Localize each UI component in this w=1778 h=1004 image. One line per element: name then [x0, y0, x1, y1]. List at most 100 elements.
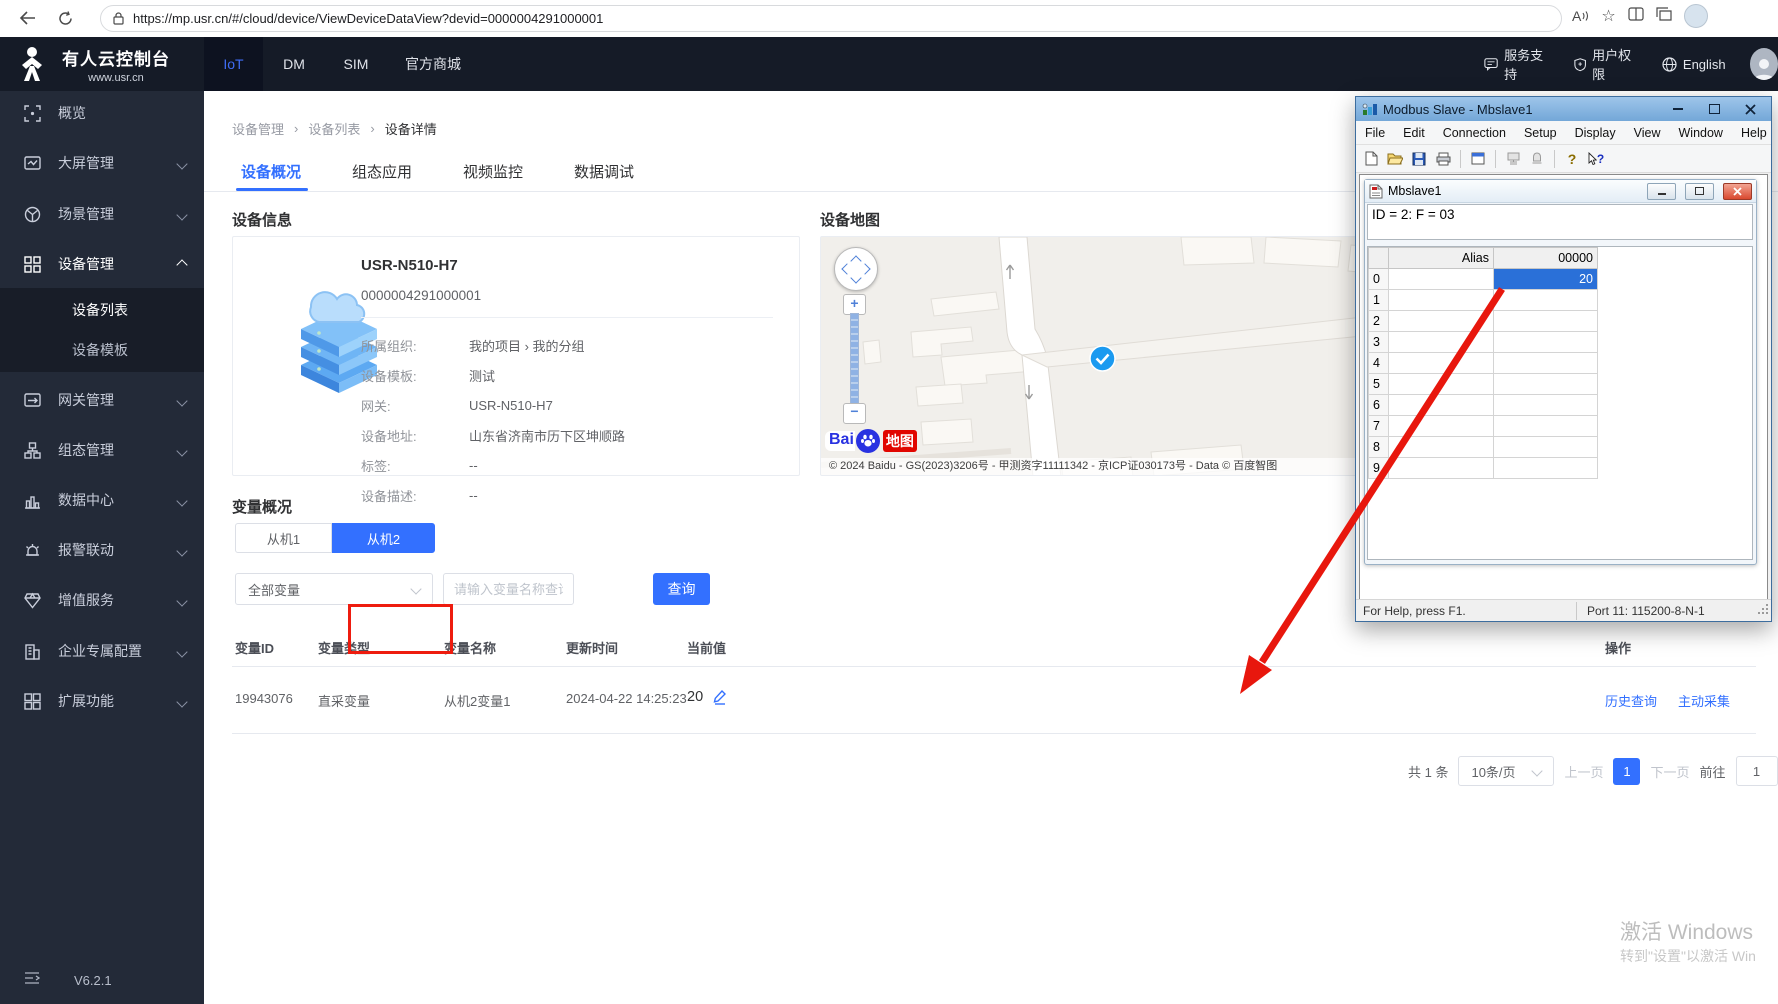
- menu-view[interactable]: View: [1625, 126, 1670, 140]
- prev-page-button[interactable]: 上一页: [1564, 762, 1603, 781]
- menu-connection[interactable]: Connection: [1434, 126, 1515, 140]
- sidebar-item-alarm[interactable]: 报警联动: [0, 528, 204, 572]
- modbus-app-icon: [1362, 102, 1377, 116]
- active-collect-link[interactable]: 主动采集: [1678, 691, 1730, 710]
- history-query-link[interactable]: 历史查询: [1605, 691, 1657, 710]
- menu-help[interactable]: Help: [1732, 126, 1776, 140]
- tab-data-debug[interactable]: 数据调试: [574, 161, 634, 182]
- sidebar-item-enterprise[interactable]: 企业专属配置: [0, 629, 204, 673]
- sidebar-item-bigscreen[interactable]: 大屏管理: [0, 141, 204, 185]
- child-minimize-icon[interactable]: [1647, 183, 1676, 200]
- tab-video-monitor[interactable]: 视频监控: [463, 161, 523, 182]
- save-icon[interactable]: [1409, 149, 1429, 169]
- grid-row[interactable]: 5: [1369, 374, 1598, 395]
- context-help-icon[interactable]: ?: [1586, 149, 1606, 169]
- print-icon[interactable]: [1433, 149, 1453, 169]
- variable-filter-select[interactable]: 全部变量: [235, 573, 433, 605]
- child-restore-icon[interactable]: [1685, 183, 1714, 200]
- support-link[interactable]: 服务支持: [1484, 45, 1550, 83]
- browser-profile-icon[interactable]: [1684, 4, 1708, 28]
- topnav-mall[interactable]: 官方商城: [387, 37, 479, 91]
- help-icon[interactable]: ?: [1562, 149, 1582, 169]
- maximize-icon[interactable]: [1699, 100, 1729, 118]
- sidebar-item-overview[interactable]: 概览: [0, 91, 204, 135]
- menu-file[interactable]: File: [1356, 126, 1394, 140]
- grid-row[interactable]: 8: [1369, 437, 1598, 458]
- resize-grip[interactable]: [1757, 603, 1769, 618]
- favorite-star-icon[interactable]: ☆: [1601, 6, 1615, 26]
- display-dialog-icon[interactable]: [1468, 149, 1488, 169]
- grid-row[interactable]: 9: [1369, 458, 1598, 479]
- child-close-icon[interactable]: [1723, 183, 1752, 200]
- grid-row[interactable]: 6: [1369, 395, 1598, 416]
- slave2-tab[interactable]: 从机2: [332, 523, 435, 553]
- read-aloud-icon[interactable]: A: [1572, 8, 1589, 24]
- topnav-sim[interactable]: SIM: [325, 37, 387, 91]
- edit-value-icon[interactable]: [713, 689, 727, 710]
- sidebar-item-device-template[interactable]: 设备模板: [0, 330, 204, 370]
- grid-row[interactable]: 020: [1369, 269, 1598, 290]
- map-pan-control[interactable]: [834, 247, 878, 291]
- tab-device-overview[interactable]: 设备概况: [241, 161, 301, 182]
- refresh-icon[interactable]: [50, 3, 80, 33]
- menu-window[interactable]: Window: [1670, 126, 1732, 140]
- breadcrumb-device-mgmt[interactable]: 设备管理: [232, 119, 284, 138]
- globe-icon: [1662, 57, 1677, 72]
- map-device-marker[interactable]: [1089, 345, 1116, 377]
- sidebar-item-gateway[interactable]: 网关管理: [0, 378, 204, 422]
- col-actions: 操作: [1605, 638, 1631, 657]
- menu-setup[interactable]: Setup: [1515, 126, 1566, 140]
- sidebar-item-device[interactable]: 设备管理: [0, 242, 204, 286]
- goto-page-input[interactable]: [1736, 756, 1778, 786]
- new-file-icon[interactable]: [1361, 149, 1381, 169]
- breadcrumb-device-list[interactable]: 设备列表: [308, 119, 360, 138]
- mbslave1-child-window[interactable]: Mbslave1 ID = 2: F = 03 Alias 00000: [1364, 179, 1757, 565]
- grid-row[interactable]: 1: [1369, 290, 1598, 311]
- grid-row[interactable]: 2: [1369, 311, 1598, 332]
- back-icon[interactable]: [12, 3, 42, 33]
- topnav-dm[interactable]: DM: [263, 37, 325, 91]
- map-zoom-out-button[interactable]: −: [843, 403, 866, 424]
- open-file-icon[interactable]: [1385, 149, 1405, 169]
- sidebar-item-config[interactable]: 组态管理: [0, 428, 204, 472]
- menu-edit[interactable]: Edit: [1394, 126, 1434, 140]
- current-page-button[interactable]: 1: [1613, 758, 1640, 785]
- minimize-icon[interactable]: [1663, 100, 1693, 118]
- modbus-slave-window[interactable]: Modbus Slave - Mbslave1 File Edit Connec…: [1355, 96, 1772, 622]
- tab-scada-app[interactable]: 组态应用: [352, 161, 412, 182]
- variable-search-input[interactable]: [443, 573, 574, 605]
- modbus-title-bar[interactable]: Modbus Slave - Mbslave1: [1356, 97, 1771, 121]
- grid-row[interactable]: 7: [1369, 416, 1598, 437]
- next-page-button[interactable]: 下一页: [1650, 762, 1689, 781]
- address-bar[interactable]: https://mp.usr.cn/#/cloud/device/ViewDev…: [100, 5, 1562, 32]
- sidebar-item-extensions[interactable]: 扩展功能: [0, 679, 204, 723]
- table-row: 19943076 直采变量 从机2变量1 2024-04-22 14:25:23…: [232, 666, 1756, 734]
- collections-icon[interactable]: [1656, 7, 1672, 26]
- language-switch[interactable]: English: [1662, 57, 1726, 72]
- sidebar-item-value-added[interactable]: 增值服务: [0, 578, 204, 622]
- device-id: 0000004291000001: [361, 288, 781, 303]
- map-zoom-in-button[interactable]: +: [843, 294, 866, 315]
- permission-link[interactable]: 用户权限: [1574, 45, 1638, 83]
- field-label: 设备地址:: [361, 420, 468, 450]
- split-screen-icon[interactable]: [1628, 7, 1644, 26]
- collapse-sidebar-icon[interactable]: [24, 971, 40, 989]
- device-name: USR-N510-H7: [361, 257, 781, 274]
- slave1-tab[interactable]: 从机1: [235, 523, 332, 553]
- close-icon[interactable]: [1735, 100, 1765, 118]
- sidebar-item-datacenter[interactable]: 数据中心: [0, 478, 204, 522]
- avatar[interactable]: [1750, 48, 1778, 80]
- map-zoom-slider[interactable]: [850, 313, 859, 405]
- topnav-iot[interactable]: IoT: [204, 37, 263, 91]
- child-title-bar[interactable]: Mbslave1: [1365, 180, 1756, 203]
- logo-title: 有人云控制台: [56, 45, 176, 70]
- register-grid[interactable]: Alias 00000 020 1 2 3 4 5 6 7 8 9: [1367, 246, 1753, 560]
- sidebar-item-scene[interactable]: 场景管理: [0, 192, 204, 236]
- grid-row[interactable]: 4: [1369, 353, 1598, 374]
- query-button[interactable]: 查询: [653, 573, 710, 605]
- grid-row[interactable]: 3: [1369, 332, 1598, 353]
- menu-display[interactable]: Display: [1566, 126, 1625, 140]
- page-size-select[interactable]: 10条/页: [1458, 756, 1554, 786]
- sidebar-item-device-list[interactable]: 设备列表: [0, 290, 204, 330]
- sidebar: 概览 大屏管理 场景管理 设备管理 设备列表 设备模板 网关管理 组态管理 数据: [0, 91, 204, 1004]
